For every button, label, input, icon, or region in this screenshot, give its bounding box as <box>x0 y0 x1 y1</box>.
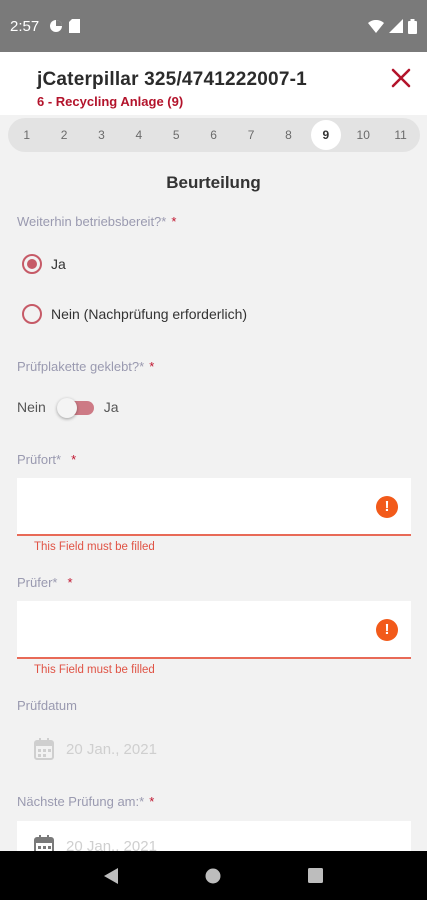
pruefort-error: This Field must be filled <box>34 541 155 553</box>
pruefer-input[interactable] <box>17 601 357 653</box>
wifi-icon <box>368 19 384 33</box>
toggle-off-label: Nein <box>17 399 46 415</box>
page-title: jCaterpillar 325/4741222007-1 <box>37 69 307 90</box>
back-button[interactable] <box>91 856 131 896</box>
pruefer-field[interactable]: ! <box>17 601 411 659</box>
required-mark: * <box>149 794 155 809</box>
radio-label-ja: Ja <box>51 256 66 272</box>
pruefdatum-value: 20 Jan., 2021 <box>66 740 157 758</box>
data-saver-icon <box>50 20 63 32</box>
pruefdatum-field: 20 Jan., 2021 <box>17 724 411 774</box>
radio-option-nein[interactable]: Nein (Nachprüfung erforderlich) <box>22 304 247 324</box>
step-10[interactable]: 10 <box>345 120 382 150</box>
sticker-toggle-switch[interactable] <box>56 398 94 418</box>
pruefort-input[interactable] <box>17 478 357 530</box>
recents-button[interactable] <box>296 856 336 896</box>
sim-card-icon <box>69 19 81 33</box>
naechste-pruefung-field[interactable]: 20 Jan., 2021 <box>17 821 411 851</box>
error-icon: ! <box>376 496 398 518</box>
radio-button-selected[interactable] <box>22 254 42 274</box>
step-1[interactable]: 1 <box>8 120 45 150</box>
radio-option-ja[interactable]: Ja <box>22 254 66 274</box>
required-mark: * <box>149 359 155 374</box>
naechste-pruefung-value: 20 Jan., 2021 <box>66 837 157 852</box>
pruefort-label: Prüfort* * <box>17 452 77 467</box>
step-6[interactable]: 6 <box>195 120 232 150</box>
step-7[interactable]: 7 <box>232 120 269 150</box>
home-button[interactable] <box>193 856 233 896</box>
section-title: Beurteilung <box>166 173 261 192</box>
stepper-track: 1 2 3 4 5 6 7 8 9 10 11 <box>8 118 420 152</box>
home-circle-icon <box>205 868 221 883</box>
close-button[interactable] <box>389 66 413 90</box>
recents-square-icon <box>308 868 324 883</box>
operational-question-label: Weiterhin betriebsbereit?* * <box>17 214 177 229</box>
calendar-icon <box>34 738 54 760</box>
pruefer-error: This Field must be filled <box>34 664 155 676</box>
form-content: Beurteilung Weiterhin betriebsbereit?* * … <box>0 155 427 851</box>
required-mark: * <box>71 452 77 467</box>
back-triangle-icon <box>104 867 119 884</box>
pruefdatum-label: Prüfdatum <box>17 698 77 713</box>
pruefer-label: Prüfer* * <box>17 575 73 590</box>
pruefort-field[interactable]: ! <box>17 478 411 536</box>
required-mark: * <box>171 214 177 229</box>
radio-button[interactable] <box>22 304 42 324</box>
step-5[interactable]: 5 <box>158 120 195 150</box>
error-icon: ! <box>376 619 398 641</box>
signal-icon <box>389 19 403 33</box>
close-icon <box>391 68 411 88</box>
system-nav-bar <box>0 851 427 900</box>
required-mark: * <box>67 575 73 590</box>
step-8[interactable]: 8 <box>270 120 307 150</box>
naechste-pruefung-label: Nächste Prüfung am:* * <box>17 794 155 809</box>
status-time: 2:57 <box>10 17 40 35</box>
calendar-icon <box>34 835 54 851</box>
step-3[interactable]: 3 <box>83 120 120 150</box>
step-9-active[interactable]: 9 <box>310 120 341 150</box>
radio-label-nein: Nein (Nachprüfung erforderlich) <box>51 306 248 322</box>
sticker-question-label: Prüfplakette geklebt?* * <box>17 359 155 374</box>
status-bar: 2:57 <box>0 0 427 52</box>
toggle-on-label: Ja <box>103 399 119 415</box>
battery-icon <box>408 18 417 34</box>
step-4[interactable]: 4 <box>120 120 157 150</box>
step-navigation: 1 2 3 4 5 6 7 8 9 10 11 <box>0 115 427 155</box>
step-11[interactable]: 11 <box>382 120 419 150</box>
page-subtitle: 6 - Recycling Anlage (9) <box>37 94 184 109</box>
step-2[interactable]: 2 <box>45 120 82 150</box>
sticker-toggle-row: Nein Ja <box>17 398 119 418</box>
app-header: jCaterpillar 325/4741222007-1 6 - Recycl… <box>0 52 427 115</box>
